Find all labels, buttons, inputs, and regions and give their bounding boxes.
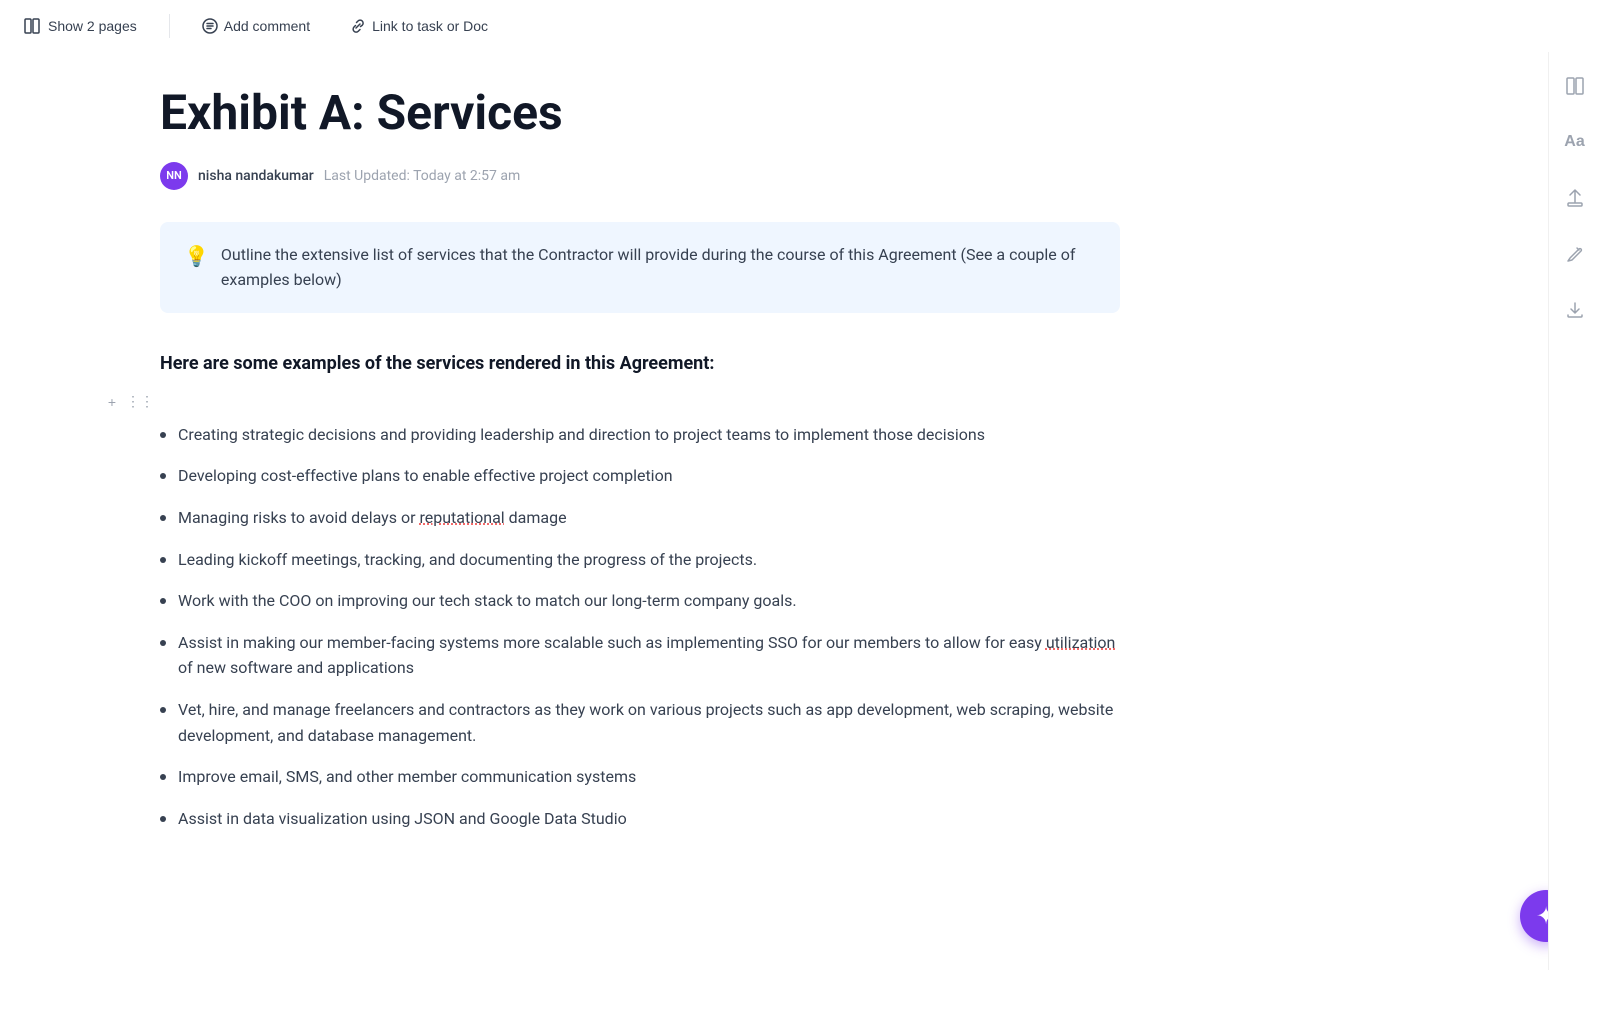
author-name: nisha nandakumar <box>198 168 314 184</box>
block-controls: + ⋮⋮ <box>100 390 1120 414</box>
bullet-dot <box>160 515 166 521</box>
export-button[interactable] <box>1557 292 1593 328</box>
layout-icon <box>1565 76 1585 96</box>
spell-check-word: reputational <box>419 508 504 527</box>
bullet-dot <box>160 774 166 780</box>
bullet-dot <box>160 707 166 713</box>
section-heading: Here are some examples of the services r… <box>160 353 1120 374</box>
bullet-dot <box>160 640 166 646</box>
list-item: Developing cost-effective plans to enabl… <box>160 463 1120 489</box>
link-icon <box>350 18 366 34</box>
list-item: Leading kickoff meetings, tracking, and … <box>160 547 1120 573</box>
callout-icon: 💡 <box>184 244 209 268</box>
document-title: Exhibit A: Services <box>160 84 1120 142</box>
share-icon <box>1565 188 1585 208</box>
main-content: Exhibit A: Services NN nisha nandakumar … <box>0 52 1200 927</box>
add-block-button[interactable]: + <box>100 390 124 414</box>
list-item: Managing risks to avoid delays or reputa… <box>160 505 1120 531</box>
list-item: Vet, hire, and manage freelancers and co… <box>160 697 1120 748</box>
last-updated: Last Updated: Today at 2:57 am <box>324 168 521 184</box>
bullet-dot <box>160 816 166 822</box>
callout-box: 💡 Outline the extensive list of services… <box>160 222 1120 313</box>
edit-icon <box>1565 244 1585 264</box>
list-item: Assist in making our member-facing syste… <box>160 630 1120 681</box>
right-sidebar: Aa <box>1548 52 1600 970</box>
layout-toggle-button[interactable] <box>1557 68 1593 104</box>
pages-icon <box>24 18 40 34</box>
bullet-dot <box>160 557 166 563</box>
share-button[interactable] <box>1557 180 1593 216</box>
list-item: Creating strategic decisions and providi… <box>160 422 1120 448</box>
avatar: NN <box>160 162 188 190</box>
export-icon <box>1565 300 1585 320</box>
toolbar-divider <box>169 14 170 38</box>
top-toolbar: Show 2 pages Add comment Link to task or… <box>0 0 1600 52</box>
list-item: Assist in data visualization using JSON … <box>160 806 1120 832</box>
link-button[interactable]: Link to task or Doc <box>342 14 496 38</box>
typography-button[interactable]: Aa <box>1557 124 1593 160</box>
show-pages-button[interactable]: Show 2 pages <box>16 14 145 38</box>
bullet-dot <box>160 432 166 438</box>
list-item: Improve email, SMS, and other member com… <box>160 764 1120 790</box>
author-row: NN nisha nandakumar Last Updated: Today … <box>160 162 1120 190</box>
comment-icon <box>202 18 218 34</box>
bullet-dot <box>160 598 166 604</box>
bullet-dot <box>160 473 166 479</box>
typography-icon: Aa <box>1564 133 1584 151</box>
edit-button[interactable] <box>1557 236 1593 272</box>
add-comment-button[interactable]: Add comment <box>194 14 318 38</box>
bullet-list: Creating strategic decisions and providi… <box>160 422 1120 832</box>
list-item: Work with the COO on improving our tech … <box>160 588 1120 614</box>
drag-block-button[interactable]: ⋮⋮ <box>128 390 152 414</box>
callout-text: Outline the extensive list of services t… <box>221 242 1096 293</box>
spell-check-word: utilization <box>1046 633 1115 652</box>
